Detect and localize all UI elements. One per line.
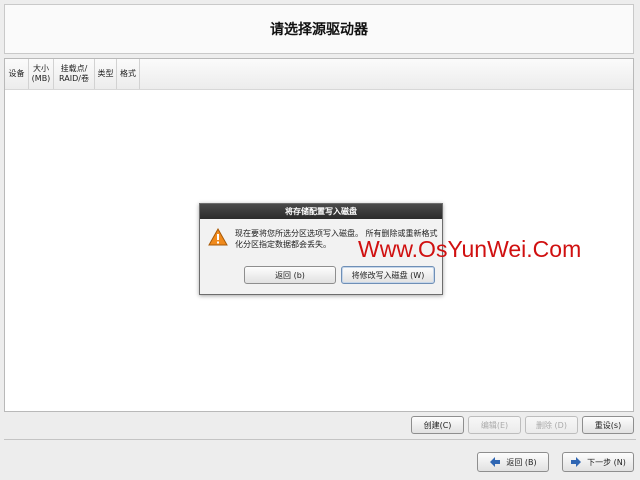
back-button-label: 返回 (B) (506, 457, 537, 467)
watermark-text: Www.OsYunWei.Com (358, 236, 582, 262)
warning-icon (208, 228, 228, 246)
page-title: 请选择源驱动器 (270, 22, 368, 38)
dialog-back-button[interactable]: 返回 (b) (244, 266, 336, 284)
next-button[interactable]: 下一步 (N) (562, 452, 634, 472)
reset-button[interactable]: 重设(s) (582, 416, 634, 434)
installer-header: 请选择源驱动器 (4, 4, 634, 54)
dialog-titlebar: 将存储配置写入磁盘 (200, 204, 442, 219)
delete-button[interactable]: 删除 (D) (525, 416, 578, 434)
column-header-mountpoint[interactable]: 挂载点/ RAID/卷 (54, 59, 95, 89)
table-header-row: 设备 大小 (MB) 挂载点/ RAID/卷 类型 格式 (5, 59, 633, 90)
column-header-size[interactable]: 大小 (MB) (29, 59, 54, 89)
write-changes-button[interactable]: 将修改写入磁盘 (W) (341, 266, 435, 284)
arrow-right-icon (571, 457, 582, 467)
dialog-title: 将存储配置写入磁盘 (285, 207, 357, 216)
next-button-label: 下一步 (N) (587, 457, 626, 467)
column-header-type[interactable]: 类型 (95, 59, 117, 89)
arrow-left-icon (490, 457, 501, 467)
separator (4, 439, 636, 440)
edit-button[interactable]: 编辑(E) (468, 416, 521, 434)
create-button[interactable]: 创建(C) (411, 416, 464, 434)
column-header-device[interactable]: 设备 (5, 59, 29, 89)
column-header-format[interactable]: 格式 (117, 59, 140, 89)
back-button[interactable]: 返回 (B) (477, 452, 549, 472)
